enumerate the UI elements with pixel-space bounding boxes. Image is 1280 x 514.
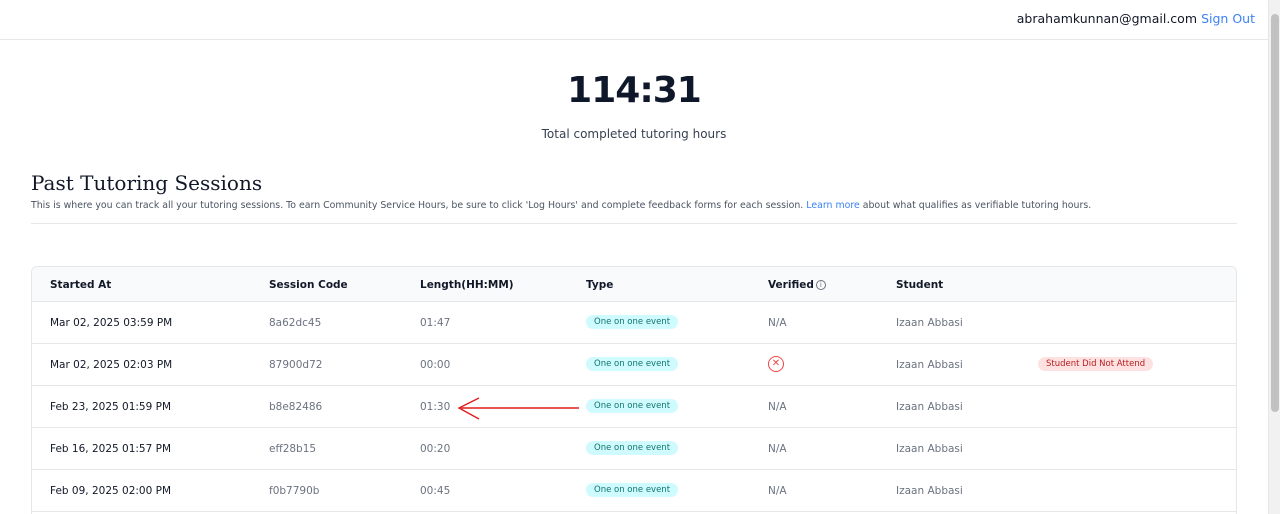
- section-description: This is where you can track all your tut…: [31, 200, 1091, 211]
- header-verified: Verified i: [768, 279, 826, 291]
- cell-session-code: 8a62dc45: [269, 317, 322, 329]
- header-length: Length(HH:MM): [420, 279, 514, 291]
- header-session-code: Session Code: [269, 279, 348, 291]
- cell-length: 00:45: [420, 485, 451, 497]
- scrollbar[interactable]: [1268, 0, 1280, 514]
- type-badge: One on one event: [586, 315, 679, 329]
- divider: [31, 223, 1237, 224]
- header-type: Type: [586, 279, 614, 291]
- sessions-table: Started At Session Code Length(HH:MM) Ty…: [31, 266, 1237, 514]
- learn-more-link[interactable]: Learn more: [806, 200, 859, 211]
- table-row: Mar 02, 2025 03:59 PM 8a62dc45 01:47 One…: [32, 302, 1236, 344]
- cell-verified: N/A: [768, 317, 787, 329]
- cell-verified: N/A: [768, 401, 787, 413]
- total-hours-value: 114:31: [567, 70, 702, 111]
- cell-verified: N/A: [768, 443, 787, 455]
- info-icon[interactable]: i: [815, 280, 826, 290]
- type-badge: One on one event: [586, 357, 679, 371]
- x-circle-icon: ✕: [768, 356, 784, 372]
- section-title: Past Tutoring Sessions: [31, 171, 263, 195]
- table-row: Mar 02, 2025 02:03 PM 87900d72 00:00 One…: [32, 344, 1236, 386]
- description-text-end: about what qualifies as verifiable tutor…: [862, 200, 1092, 211]
- cell-started-at: Feb 16, 2025 01:57 PM: [50, 443, 172, 455]
- cell-length: 00:20: [420, 443, 451, 455]
- top-bar: abrahamkunnan@gmail.com Sign Out: [0, 0, 1268, 40]
- cell-session-code: f0b7790b: [269, 485, 320, 497]
- table-row: Feb 16, 2025 01:57 PM eff28b15 00:20 One…: [32, 428, 1236, 470]
- cell-student: Izaan Abbasi: [896, 317, 963, 329]
- header-student: Student: [896, 279, 944, 291]
- cell-started-at: Feb 23, 2025 01:59 PM: [50, 401, 172, 413]
- table-header: Started At Session Code Length(HH:MM) Ty…: [32, 267, 1236, 302]
- status-badge: Student Did Not Attend: [1038, 357, 1154, 371]
- type-badge: One on one event: [586, 399, 679, 413]
- cell-session-code: eff28b15: [269, 443, 317, 455]
- description-text: This is where you can track all your tut…: [31, 200, 804, 211]
- table-row: Feb 09, 2025 02:00 PM f0b7790b 00:45 One…: [32, 470, 1236, 512]
- cell-length: 00:00: [420, 359, 451, 371]
- header-started-at: Started At: [50, 279, 112, 291]
- cell-length: 01:30: [420, 401, 451, 413]
- scrollbar-thumb[interactable]: [1271, 14, 1279, 412]
- cell-student: Izaan Abbasi: [896, 485, 963, 497]
- type-badge: One on one event: [586, 483, 679, 497]
- total-hours-label: Total completed tutoring hours: [541, 127, 727, 141]
- type-badge: One on one event: [586, 441, 679, 455]
- cell-student: Izaan Abbasi: [896, 401, 963, 413]
- cell-student: Izaan Abbasi: [896, 359, 963, 371]
- red-arrow-icon: [457, 397, 579, 420]
- table-row: Feb 23, 2025 01:59 PM b8e82486 01:30 One…: [32, 386, 1236, 428]
- cell-student: Izaan Abbasi: [896, 443, 963, 455]
- sign-out-link[interactable]: Sign Out: [1201, 11, 1255, 26]
- cell-session-code: b8e82486: [269, 401, 323, 413]
- user-email: abrahamkunnan@gmail.com: [1016, 11, 1197, 26]
- cell-length: 01:47: [420, 317, 451, 329]
- cell-started-at: Mar 02, 2025 02:03 PM: [50, 359, 173, 371]
- cell-started-at: Mar 02, 2025 03:59 PM: [50, 317, 173, 329]
- header-verified-label: Verified: [768, 279, 814, 291]
- cell-started-at: Feb 09, 2025 02:00 PM: [50, 485, 172, 497]
- cell-session-code: 87900d72: [269, 359, 323, 371]
- cell-verified: N/A: [768, 485, 787, 497]
